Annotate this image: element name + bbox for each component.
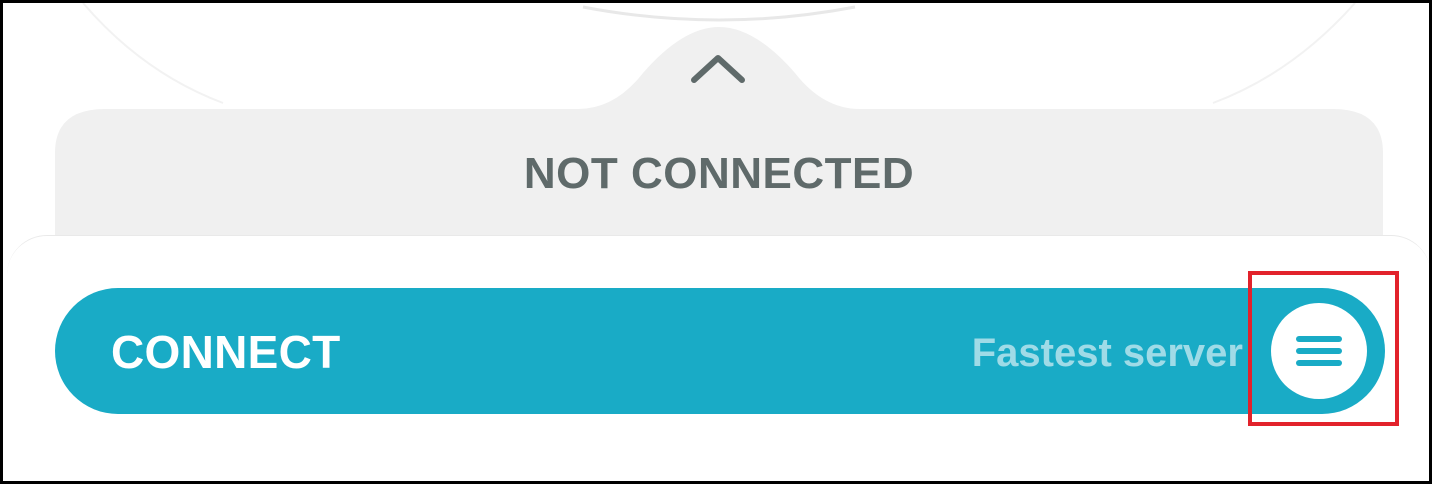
connect-label: CONNECT (111, 326, 341, 378)
connection-status: NOT CONNECTED (523, 149, 915, 198)
menu-button[interactable] (1271, 303, 1367, 399)
chevron-up-icon[interactable] (685, 49, 751, 89)
hamburger-menu-icon (1296, 336, 1342, 366)
server-selection-label[interactable]: Fastest server (943, 325, 1243, 381)
app-window: NOT CONNECTED CONNECT Fastest server (0, 0, 1432, 484)
